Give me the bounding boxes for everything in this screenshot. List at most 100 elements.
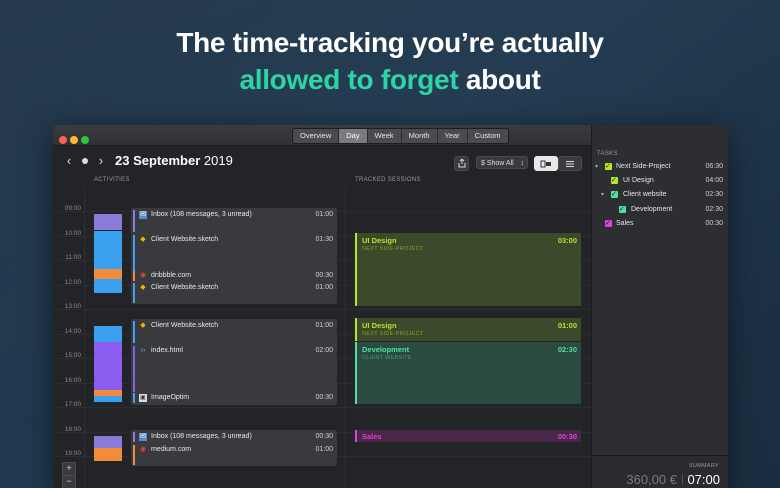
tab-week[interactable]: Week (367, 129, 402, 143)
sketch-icon: ◆ (140, 322, 146, 329)
tab-overview[interactable]: Overview (293, 129, 340, 143)
activity-name: Client Website.sketch (151, 284, 219, 291)
columns-icon (540, 160, 551, 167)
mail-icon: ✉ (139, 433, 147, 441)
activity-row[interactable]: ◆ Client Website.sketch 01:00 (131, 282, 337, 303)
activity-bar-sketch[interactable] (94, 326, 122, 342)
disclosure-triangle-icon[interactable]: ▾ (601, 188, 609, 202)
task-item[interactable]: Development 02:30 (595, 203, 728, 217)
layout-columns-button[interactable] (534, 156, 558, 171)
task-name: Sales (616, 220, 634, 227)
activity-stripe (133, 321, 135, 343)
activity-duration: 00:30 (315, 394, 333, 401)
activity-stripe (133, 271, 135, 281)
close-window-button[interactable] (59, 136, 67, 144)
headline-line-2: allowed to forget about (0, 61, 780, 98)
next-day-button[interactable]: › (95, 153, 107, 168)
activity-row[interactable]: ▣ ImageOptim 00:30 (131, 392, 337, 404)
title-bar: Overview Day Week Month Year Custom (53, 125, 591, 146)
activity-duration: 01:00 (315, 211, 333, 218)
tracked-sessions-header: TRACKED SESSIONS (355, 177, 421, 183)
session-duration: 00:30 (557, 432, 577, 441)
session-block[interactable]: Development CLIENT WEBSITE 02:30 (355, 342, 581, 404)
activity-bar-browser[interactable] (94, 448, 122, 461)
activity-bar-imageoptim[interactable] (94, 396, 122, 402)
task-checkbox[interactable] (605, 217, 612, 231)
tab-custom[interactable]: Custom (467, 129, 508, 143)
session-block[interactable]: Sales 00:30 (355, 430, 581, 442)
activity-stripe (133, 445, 135, 465)
activity-bar-sketch[interactable] (94, 231, 122, 269)
activity-row[interactable]: ✉ Inbox (108 messages, 3 unread) 01:00 (131, 209, 337, 232)
zoom-window-button[interactable] (81, 136, 89, 144)
hour-label: 16:00 (64, 377, 81, 384)
task-item[interactable]: ▾ Next Side-Project 06:30 (595, 160, 728, 174)
task-item[interactable]: ▾ Client website 02:30 (595, 188, 728, 202)
activity-row[interactable]: ◆ Client Website.sketch 01:00 (131, 320, 337, 343)
tab-month[interactable]: Month (401, 129, 438, 143)
activity-name: Inbox (108 messages, 3 unread) (151, 433, 252, 440)
hour-label: 17:00 (64, 401, 81, 408)
session-project: CLIENT WEBSITE (362, 355, 412, 361)
hour-label: 11:00 (65, 254, 81, 261)
zoom-out-button[interactable]: − (62, 475, 76, 488)
dropdown-arrows-icon: ↕ (520, 160, 525, 167)
activity-row[interactable]: ‹› index.html 02:00 (131, 345, 337, 392)
task-item[interactable]: Sales 00:30 (595, 217, 728, 231)
tab-year[interactable]: Year (437, 129, 468, 143)
activity-bar-browser[interactable] (94, 269, 122, 279)
tasks-sidebar: TASKS ▾ Next Side-Project 06:30 UI Desig… (591, 125, 728, 488)
sketch-icon: ◆ (140, 284, 146, 291)
previous-day-button[interactable]: ‹ (63, 153, 75, 168)
activity-stripe (133, 235, 135, 271)
session-block[interactable]: UI Design NEXT SIDE-PROJECT 01:00 (355, 318, 581, 341)
activity-duration: 02:00 (315, 347, 333, 354)
activity-row[interactable]: ✉ Inbox (108 messages, 3 unread) 00:30 (131, 431, 337, 443)
task-checkbox[interactable] (611, 174, 618, 188)
task-name: UI Design (623, 177, 654, 184)
disclosure-triangle-icon[interactable]: ▾ (595, 160, 603, 174)
today-button[interactable] (82, 157, 88, 164)
time-axis-divider (84, 186, 85, 488)
task-checkbox[interactable] (605, 160, 612, 174)
layout-list-button[interactable] (558, 156, 582, 171)
task-time: 00:30 (705, 220, 723, 227)
tab-day[interactable]: Day (339, 129, 368, 143)
activity-bar-sketch[interactable] (94, 279, 122, 293)
hour-label: 13:00 (64, 303, 81, 310)
session-block[interactable]: UI Design NEXT SIDE-PROJECT 03:00 (355, 233, 581, 306)
task-checkbox[interactable] (611, 188, 618, 202)
summary-separator: | (681, 473, 684, 485)
filter-dropdown[interactable]: $ Show All ↕ (476, 156, 528, 169)
activity-group[interactable]: ✉ Inbox (108 messages, 3 unread) 00:30 ◉… (131, 430, 337, 466)
task-time: 04:00 (705, 177, 723, 184)
activity-bar-mail[interactable] (94, 214, 122, 230)
share-button[interactable] (454, 156, 469, 171)
hour-label: 10:00 (64, 230, 81, 237)
activity-group[interactable]: ✉ Inbox (108 messages, 3 unread) 01:00 ◆… (131, 208, 337, 304)
task-checkbox[interactable] (619, 203, 626, 217)
task-time: 02:30 (705, 206, 723, 213)
activity-row[interactable]: ◉ medium.com 01:00 (131, 444, 337, 465)
activity-duration: 01:00 (315, 446, 333, 453)
activity-row[interactable]: ◆ Client Website.sketch 01:30 (131, 234, 337, 271)
headline-line-1: The time-tracking you’re actually (176, 27, 604, 58)
activity-bar-code[interactable] (94, 342, 122, 390)
zoom-in-button[interactable]: + (62, 462, 76, 476)
activity-stripe (133, 210, 135, 232)
hour-label: 18:00 (64, 426, 81, 433)
hour-line (53, 407, 591, 408)
activity-name: ImageOptim (151, 394, 190, 401)
session-project: NEXT SIDE-PROJECT (362, 331, 424, 337)
sketch-icon: ◆ (140, 236, 146, 243)
activity-group[interactable]: ◆ Client Website.sketch 01:00 ‹› index.h… (131, 319, 337, 405)
activity-duration: 00:30 (315, 272, 333, 279)
session-title: UI Design (362, 236, 397, 245)
task-item[interactable]: UI Design 04:00 (595, 174, 728, 188)
headline-rest: about (458, 64, 541, 95)
summary-earnings: 360,00 € (626, 472, 677, 487)
session-title: Development (362, 345, 410, 354)
minimize-window-button[interactable] (70, 136, 78, 144)
activity-row[interactable]: ◉ dribbble.com 00:30 (131, 270, 337, 282)
activity-bar-mail[interactable] (94, 436, 122, 448)
